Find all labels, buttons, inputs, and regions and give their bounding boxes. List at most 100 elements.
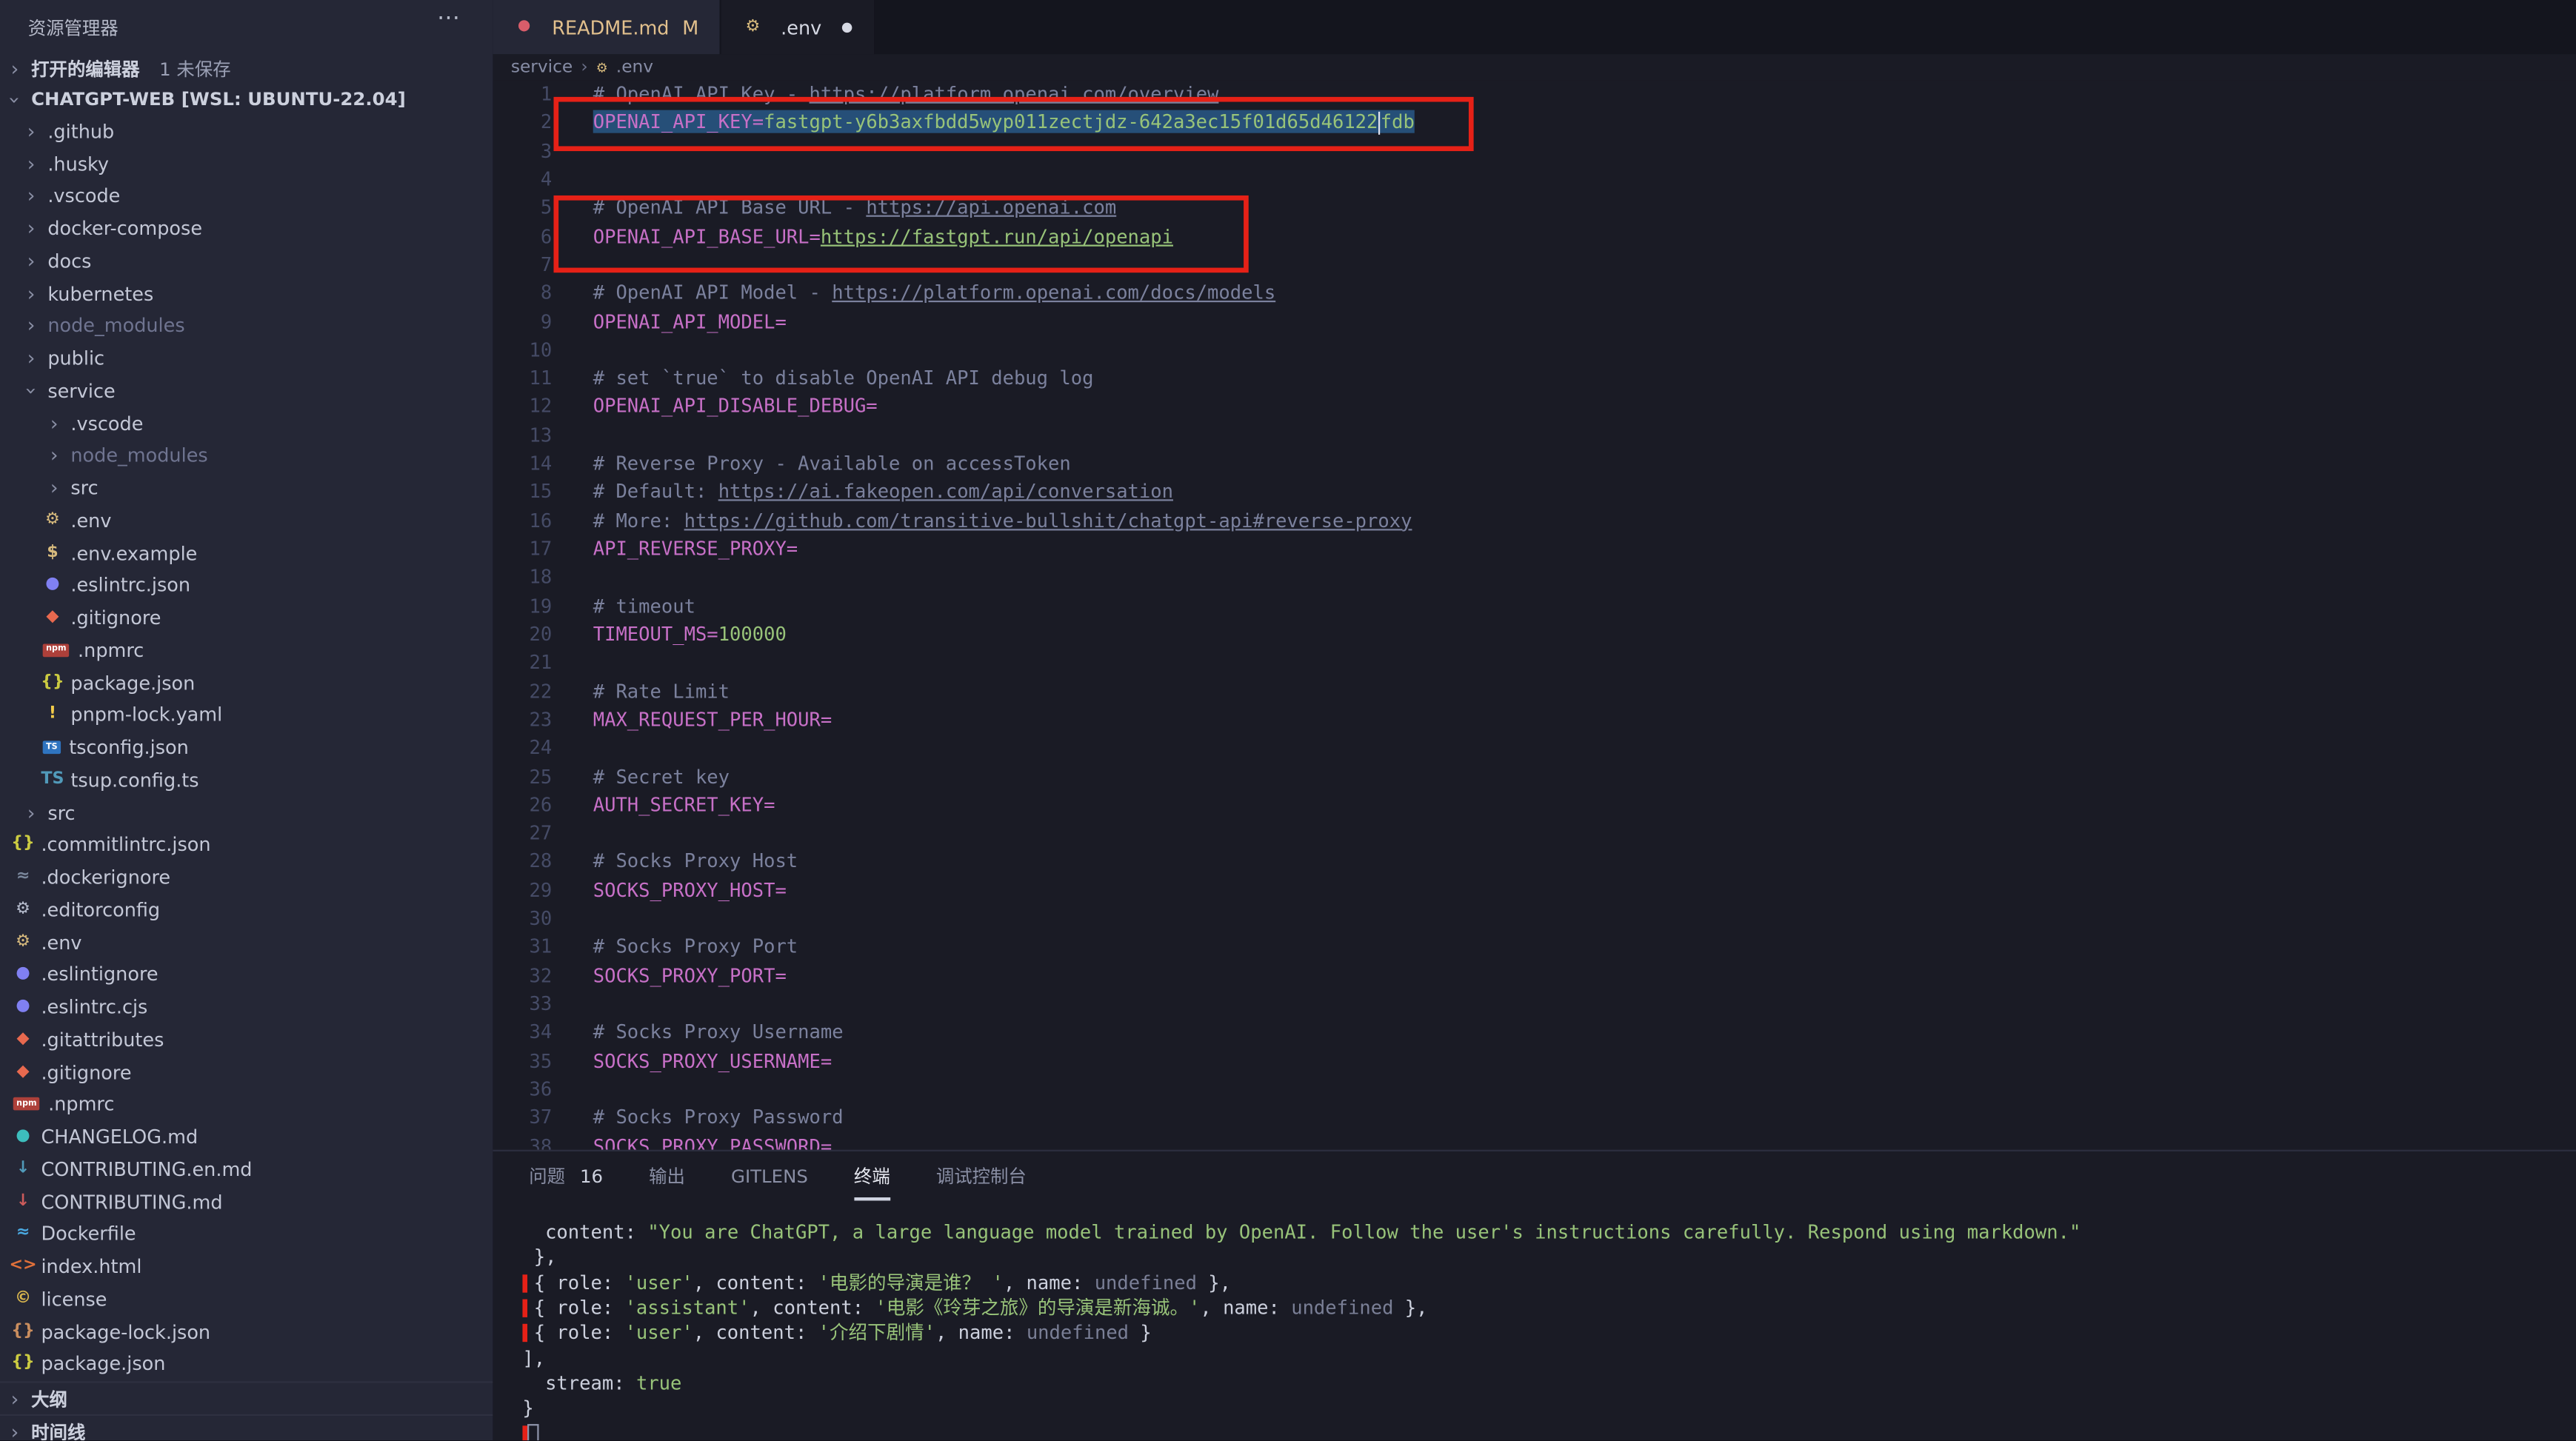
tree-file-CONTRIBUTING.en.md[interactable]: ↓CONTRIBUTING.en.md bbox=[0, 1153, 493, 1186]
tree-file-.gitignore[interactable]: ◆.gitignore bbox=[0, 601, 493, 634]
tree-file-tsup.config.ts[interactable]: TStsup.config.ts bbox=[0, 763, 493, 796]
code-line[interactable]: 32SOCKS_PROXY_PORT= bbox=[493, 962, 2576, 990]
breadcrumb[interactable]: service › ⚙ .env bbox=[493, 54, 2576, 80]
npm-icon: npm bbox=[43, 643, 70, 657]
tree-file-CONTRIBUTING.md[interactable]: ↓CONTRIBUTING.md bbox=[0, 1186, 493, 1218]
code-line[interactable]: 30 bbox=[493, 905, 2576, 933]
code-line[interactable]: 6OPENAI_API_BASE_URL=https://fastgpt.run… bbox=[493, 223, 2576, 251]
code-line[interactable]: 15# Default: https://ai.fakeopen.com/api… bbox=[493, 478, 2576, 506]
tree-file-.eslintrc.json[interactable]: ●.eslintrc.json bbox=[0, 569, 493, 602]
tree-file-.npmrc[interactable]: npm.npmrc bbox=[0, 634, 493, 666]
tree-file-.eslintrc.cjs[interactable]: ●.eslintrc.cjs bbox=[0, 991, 493, 1023]
code-line[interactable]: 9OPENAI_API_MODEL= bbox=[493, 308, 2576, 336]
code-line[interactable]: 35SOCKS_PROXY_USERNAME= bbox=[493, 1047, 2576, 1075]
tab-readme[interactable]: ● README.md M bbox=[493, 0, 720, 54]
tab-env[interactable]: ⚙ .env ● bbox=[721, 0, 874, 54]
terminal[interactable]: content: "You are ChatGPT, a large langu… bbox=[522, 1220, 2576, 1440]
code-line[interactable]: 8# OpenAI API Model - https://platform.o… bbox=[493, 279, 2576, 307]
tree-folder-.vscode[interactable]: ›.vscode bbox=[0, 180, 493, 213]
code-editor[interactable]: 1# OpenAI API Key - https://platform.ope… bbox=[493, 81, 2576, 1150]
tree-file-package.json[interactable]: {}package.json bbox=[0, 1348, 493, 1380]
timeline-section[interactable]: › 时间线 bbox=[0, 1414, 493, 1440]
code-line[interactable]: 31# Socks Proxy Port bbox=[493, 934, 2576, 962]
code-line[interactable]: 38SOCKS_PROXY_PASSWORD= bbox=[493, 1133, 2576, 1150]
tree-file-package.json[interactable]: {}package.json bbox=[0, 666, 493, 699]
code-line[interactable]: 13 bbox=[493, 421, 2576, 449]
tree-folder-.husky[interactable]: ›.husky bbox=[0, 147, 493, 180]
tree-file-.env.example[interactable]: $.env.example bbox=[0, 537, 493, 569]
tree-file-package-lock.json[interactable]: {}package-lock.json bbox=[0, 1315, 493, 1348]
code-line[interactable]: 25# Secret key bbox=[493, 763, 2576, 791]
tree-file-.npmrc[interactable]: npm.npmrc bbox=[0, 1088, 493, 1120]
tree-file-.gitignore[interactable]: ◆.gitignore bbox=[0, 1056, 493, 1089]
tree-folder-service[interactable]: ›service bbox=[0, 375, 493, 407]
tree-file-.editorconfig[interactable]: ⚙.editorconfig bbox=[0, 894, 493, 926]
breadcrumb-file[interactable]: .env bbox=[616, 58, 653, 78]
code-line[interactable]: 10 bbox=[493, 336, 2576, 364]
outline-section[interactable]: › 大纲 bbox=[0, 1381, 493, 1414]
line-text: SOCKS_PROXY_USERNAME= bbox=[593, 1047, 832, 1075]
code-line[interactable]: 26AUTH_SECRET_KEY= bbox=[493, 792, 2576, 820]
panel-tab-debug-console[interactable]: 调试控制台 bbox=[936, 1151, 1027, 1201]
tree-file-pnpm-lock.yaml[interactable]: !pnpm-lock.yaml bbox=[0, 699, 493, 732]
terminal-token: '电影《玲芽之旅》的导演是新海诚。' bbox=[875, 1296, 1200, 1319]
code-line[interactable]: 2OPENAI_API_KEY=fastgpt-y6b3axfbdd5wyp01… bbox=[493, 109, 2576, 137]
project-root-item[interactable]: › CHATGPT-WEB [WSL: UBUNTU-22.04] bbox=[0, 84, 493, 115]
tree-file-.dockerignore[interactable]: ≈.dockerignore bbox=[0, 861, 493, 894]
tree-folder-src[interactable]: ›src bbox=[0, 472, 493, 504]
tree-file-index.html[interactable]: <>index.html bbox=[0, 1251, 493, 1283]
code-line[interactable]: 5# OpenAI API Base URL - https://api.ope… bbox=[493, 194, 2576, 222]
panel-tab-terminal[interactable]: 终端 bbox=[854, 1151, 890, 1201]
tree-folder-docker-compose[interactable]: ›docker-compose bbox=[0, 213, 493, 245]
code-token: # Rate Limit bbox=[593, 679, 730, 702]
code-line[interactable]: 1# OpenAI API Key - https://platform.ope… bbox=[493, 81, 2576, 109]
tree-file-CHANGELOG.md[interactable]: ●CHANGELOG.md bbox=[0, 1120, 493, 1153]
tree-file-.env[interactable]: ⚙.env bbox=[0, 926, 493, 958]
tree-file-.eslintignore[interactable]: ●.eslintignore bbox=[0, 958, 493, 991]
code-line[interactable]: 36 bbox=[493, 1076, 2576, 1104]
tree-folder-public[interactable]: ›public bbox=[0, 342, 493, 375]
code-line[interactable]: 24 bbox=[493, 735, 2576, 763]
open-editors-section[interactable]: › 打开的编辑器 1 未保存 bbox=[0, 54, 493, 84]
panel-tab-problems[interactable]: 问题16 bbox=[529, 1151, 603, 1201]
code-line[interactable]: 16# More: https://github.com/transitive-… bbox=[493, 507, 2576, 535]
code-line[interactable]: 34# Socks Proxy Username bbox=[493, 1019, 2576, 1047]
breadcrumb-separator-icon: › bbox=[581, 58, 587, 78]
code-line[interactable]: 12OPENAI_API_DISABLE_DEBUG= bbox=[493, 393, 2576, 421]
code-line[interactable]: 11# set `true` to disable OpenAI API deb… bbox=[493, 365, 2576, 393]
code-line[interactable]: 14# Reverse Proxy - Available on accessT… bbox=[493, 450, 2576, 478]
tree-folder-node_modules[interactable]: ›node_modules bbox=[0, 310, 493, 342]
tree-file-.env[interactable]: ⚙.env bbox=[0, 504, 493, 537]
tree-folder-docs[interactable]: ›docs bbox=[0, 244, 493, 277]
panel-tab-gitlens[interactable]: GITLENS bbox=[731, 1151, 808, 1201]
more-actions-icon[interactable]: ⋯ bbox=[437, 5, 460, 31]
code-line[interactable]: 4 bbox=[493, 166, 2576, 194]
tree-file-.gitattributes[interactable]: ◆.gitattributes bbox=[0, 1023, 493, 1056]
breadcrumb-folder[interactable]: service bbox=[511, 58, 573, 78]
code-line[interactable]: 17API_REVERSE_PROXY= bbox=[493, 535, 2576, 564]
tree-file-.commitlintrc.json[interactable]: {}.commitlintrc.json bbox=[0, 829, 493, 861]
code-line[interactable]: 29SOCKS_PROXY_HOST= bbox=[493, 877, 2576, 905]
code-line[interactable]: 7 bbox=[493, 251, 2576, 279]
code-line[interactable]: 3 bbox=[493, 137, 2576, 165]
tree-folder-kubernetes[interactable]: ›kubernetes bbox=[0, 277, 493, 310]
tree-folder-node_modules[interactable]: ›node_modules bbox=[0, 439, 493, 472]
code-line[interactable]: 28# Socks Proxy Host bbox=[493, 849, 2576, 877]
tree-folder-.github[interactable]: ›.github bbox=[0, 115, 493, 147]
tree-folder-.vscode[interactable]: ›.vscode bbox=[0, 407, 493, 440]
code-line[interactable]: 18 bbox=[493, 564, 2576, 592]
tree-folder-src[interactable]: ›src bbox=[0, 796, 493, 829]
code-line[interactable]: 27 bbox=[493, 820, 2576, 848]
tree-file-license[interactable]: ©license bbox=[0, 1283, 493, 1315]
panel-tab-output[interactable]: 输出 bbox=[649, 1151, 685, 1201]
code-line[interactable]: 37# Socks Proxy Password bbox=[493, 1104, 2576, 1132]
code-line[interactable]: 21 bbox=[493, 649, 2576, 678]
tree-file-tsconfig.json[interactable]: TStsconfig.json bbox=[0, 732, 493, 764]
code-line[interactable]: 22# Rate Limit bbox=[493, 678, 2576, 706]
code-line[interactable]: 19# timeout bbox=[493, 592, 2576, 621]
tree-file-Dockerfile[interactable]: ≈Dockerfile bbox=[0, 1218, 493, 1251]
line-text: OPENAI_API_MODEL= bbox=[593, 308, 787, 336]
code-line[interactable]: 20TIMEOUT_MS=100000 bbox=[493, 621, 2576, 649]
code-line[interactable]: 23MAX_REQUEST_PER_HOUR= bbox=[493, 706, 2576, 735]
code-line[interactable]: 33 bbox=[493, 991, 2576, 1019]
